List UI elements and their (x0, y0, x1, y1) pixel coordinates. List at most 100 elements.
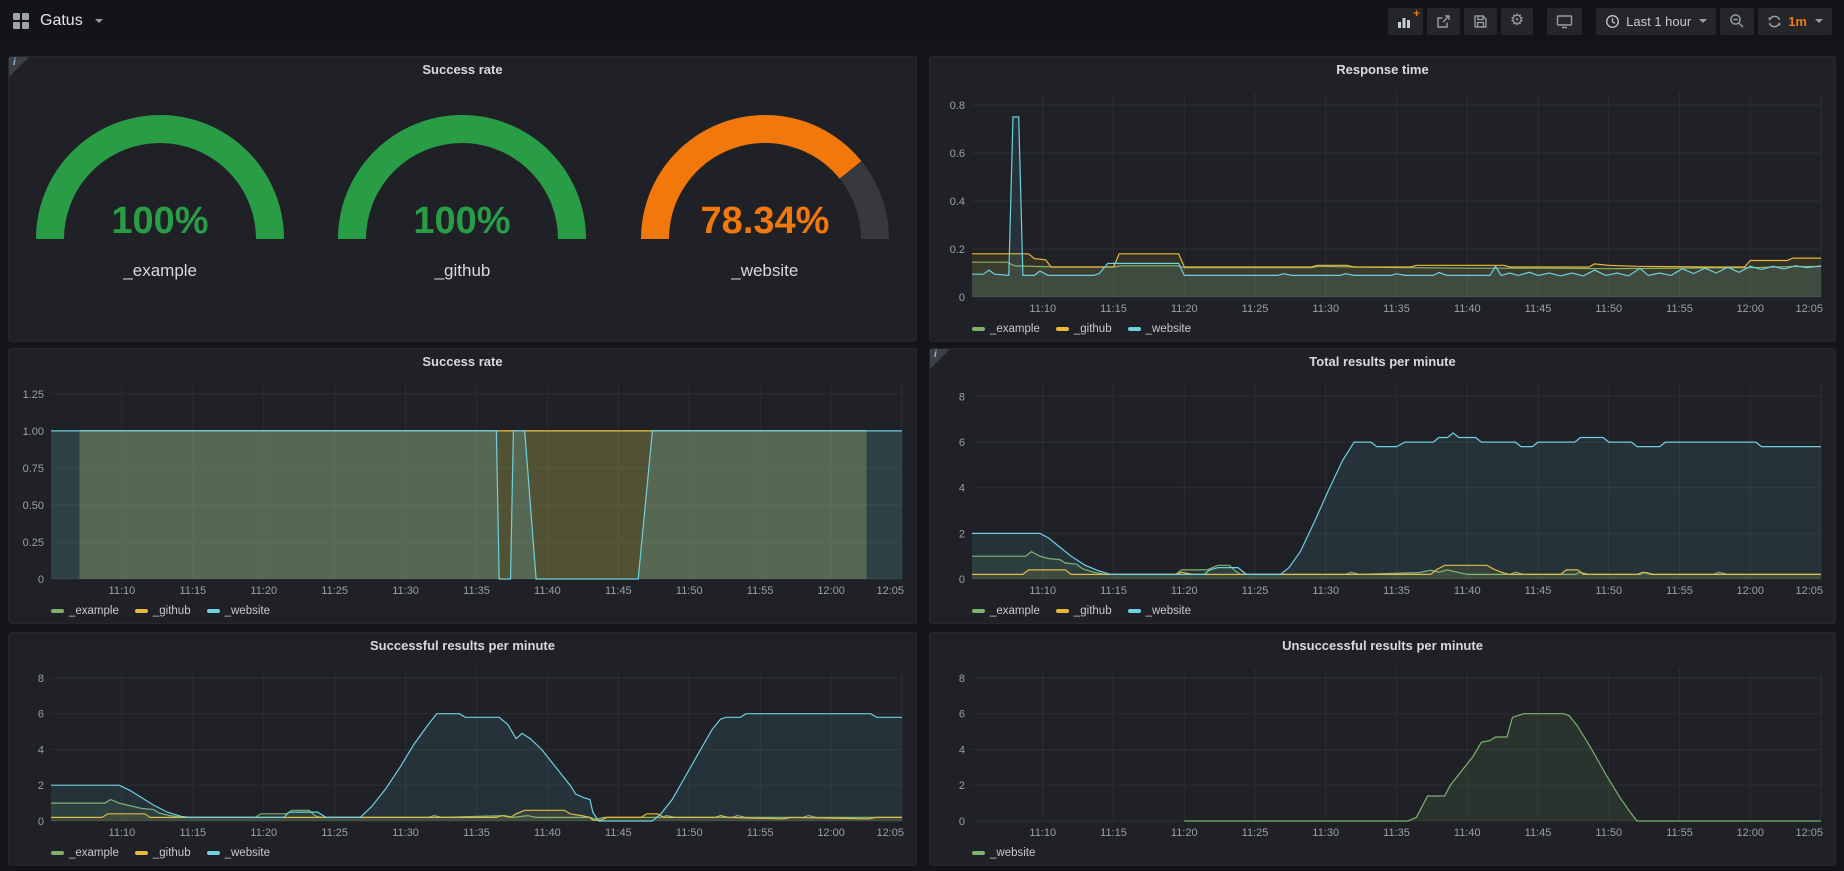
svg-text:11:30: 11:30 (392, 827, 419, 839)
svg-text:11:20: 11:20 (1171, 303, 1198, 315)
chart-canvas[interactable]: 0246811:1011:1511:2011:2511:3011:3511:40… (934, 659, 1827, 841)
svg-text:0: 0 (38, 816, 44, 828)
svg-text:11:35: 11:35 (1383, 827, 1410, 839)
successful-results-chart[interactable]: 0246811:1011:1511:2011:2511:3011:3511:40… (13, 659, 908, 841)
legend-color-dash (135, 609, 148, 613)
legend-item-_website[interactable]: _website (207, 605, 270, 617)
svg-text:0.4: 0.4 (950, 196, 965, 208)
total-results-chart[interactable]: 0246811:1011:1511:2011:2511:3011:3511:40… (934, 375, 1827, 599)
svg-text:11:25: 11:25 (321, 585, 348, 597)
share-icon (1436, 14, 1451, 29)
svg-text:0.25: 0.25 (23, 537, 44, 549)
panel-title[interactable]: Success rate (9, 57, 916, 83)
legend-item-_website[interactable]: _website (972, 847, 1035, 859)
legend-color-dash (1128, 609, 1141, 613)
legend-color-dash (1056, 609, 1069, 613)
unsuccessful-results-chart[interactable]: 0246811:1011:1511:2011:2511:3011:3511:40… (934, 659, 1827, 841)
time-range-caret-icon (1699, 19, 1707, 23)
legend-item-_github[interactable]: _github (135, 847, 191, 859)
gauge-value: 78.34% (700, 200, 829, 242)
legend-item-_example[interactable]: _example (972, 323, 1040, 335)
panel-title[interactable]: Total results per minute (930, 349, 1835, 375)
legend-item-_example[interactable]: _example (51, 847, 119, 859)
svg-text:0.50: 0.50 (23, 500, 44, 512)
settings-button[interactable]: ⚙ (1501, 8, 1533, 35)
panel-response-time: Response time 00.20.40.60.811:1011:1511:… (929, 56, 1836, 342)
add-panel-button[interactable]: + (1388, 8, 1423, 35)
legend-item-_github[interactable]: _github (135, 605, 191, 617)
legend-item-_website[interactable]: _website (207, 847, 270, 859)
svg-text:11:30: 11:30 (1312, 303, 1339, 315)
legend-item-_github[interactable]: _github (1056, 323, 1112, 335)
grafana-menu-icon[interactable] (12, 12, 30, 30)
tv-mode-button[interactable] (1547, 8, 1582, 35)
time-range-button[interactable]: Last 1 hour (1596, 8, 1716, 35)
legend-item-_example[interactable]: _example (51, 605, 119, 617)
gauge-arc: 78.34% (615, 87, 915, 259)
panel-title[interactable]: Response time (930, 57, 1835, 83)
svg-text:12:00: 12:00 (1736, 585, 1764, 597)
svg-text:11:40: 11:40 (534, 827, 561, 839)
svg-text:11:15: 11:15 (179, 827, 206, 839)
legend-label: _website (225, 847, 270, 859)
share-button[interactable] (1427, 8, 1460, 35)
zoom-out-icon (1729, 13, 1745, 29)
svg-text:11:10: 11:10 (109, 827, 136, 839)
svg-text:0: 0 (959, 816, 965, 828)
gauge-value: 100% (414, 200, 511, 242)
svg-text:11:20: 11:20 (1171, 827, 1198, 839)
legend-color-dash (972, 851, 985, 855)
gauge-label: _github (435, 261, 491, 281)
legend-item-_website[interactable]: _website (1128, 323, 1191, 335)
response-time-chart[interactable]: 00.20.40.60.811:1011:1511:2011:2511:3011… (934, 83, 1827, 317)
svg-text:11:15: 11:15 (1100, 827, 1127, 839)
legend-item-_github[interactable]: _github (1056, 605, 1112, 617)
legend-color-dash (51, 851, 64, 855)
monitor-icon (1556, 14, 1573, 29)
legend-item-_example[interactable]: _example (972, 605, 1040, 617)
panel-total-results: i Total results per minute 0246811:1011:… (929, 348, 1836, 624)
save-button[interactable] (1464, 8, 1497, 35)
svg-text:11:40: 11:40 (534, 585, 561, 597)
svg-text:11:45: 11:45 (1525, 827, 1552, 839)
svg-text:12:05: 12:05 (876, 585, 904, 597)
svg-text:11:30: 11:30 (1312, 827, 1339, 839)
svg-text:11:40: 11:40 (1454, 303, 1481, 315)
panel-title[interactable]: Unsuccessful results per minute (930, 633, 1835, 659)
legend-color-dash (135, 851, 148, 855)
chart-canvas[interactable]: 0246811:1011:1511:2011:2511:3011:3511:40… (934, 375, 1827, 599)
chart-canvas[interactable]: 00.20.40.60.811:1011:1511:2011:2511:3011… (934, 83, 1827, 317)
navbar: Gatus + ⚙ Last 1 hour 1m (0, 0, 1844, 42)
svg-text:0: 0 (959, 574, 965, 586)
panel-title[interactable]: Successful results per minute (9, 633, 916, 659)
chart-canvas[interactable]: 00.250.500.751.001.2511:1011:1511:2011:2… (13, 375, 908, 599)
svg-text:11:50: 11:50 (676, 585, 703, 597)
legend-label: _website (225, 605, 270, 617)
svg-text:6: 6 (959, 709, 965, 721)
time-range-label: Last 1 hour (1626, 14, 1691, 29)
svg-text:11:30: 11:30 (1312, 585, 1339, 597)
refresh-button[interactable]: 1m (1758, 8, 1832, 35)
svg-text:11:50: 11:50 (1595, 303, 1622, 315)
panel-info-icon[interactable]: i (930, 349, 950, 369)
success-rate-chart[interactable]: 00.250.500.751.001.2511:1011:1511:2011:2… (13, 375, 908, 599)
svg-text:11:25: 11:25 (1242, 585, 1269, 597)
svg-text:11:20: 11:20 (1171, 585, 1198, 597)
svg-text:12:05: 12:05 (1795, 585, 1823, 597)
panel-success-rate-chart: Success rate 00.250.500.751.001.2511:101… (8, 348, 917, 624)
dashboard-title[interactable]: Gatus (40, 12, 83, 30)
panel-title[interactable]: Success rate (9, 349, 916, 375)
gauge-label: _website (731, 261, 798, 281)
chart-canvas[interactable]: 0246811:1011:1511:2011:2511:3011:3511:40… (13, 659, 908, 841)
svg-text:0.75: 0.75 (23, 463, 44, 475)
svg-text:11:20: 11:20 (250, 585, 277, 597)
legend-item-_website[interactable]: _website (1128, 605, 1191, 617)
navbar-left: Gatus (12, 12, 103, 30)
gauge-_github: 100% _github (312, 87, 612, 281)
zoom-out-button[interactable] (1720, 8, 1754, 35)
svg-text:11:40: 11:40 (1454, 827, 1481, 839)
panel-info-icon[interactable]: i (9, 57, 29, 77)
legend-label: _example (990, 605, 1040, 617)
svg-text:8: 8 (959, 391, 965, 403)
svg-text:0.6: 0.6 (950, 148, 965, 160)
